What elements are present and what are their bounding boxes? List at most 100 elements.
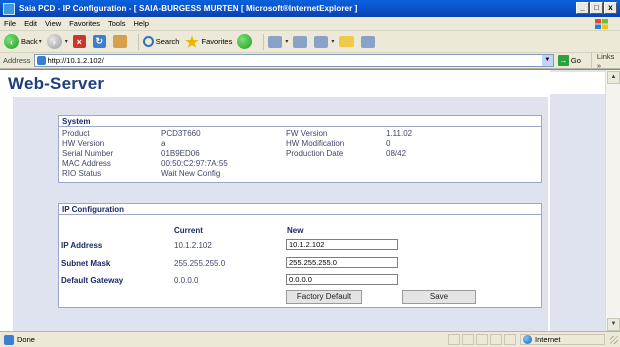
globe-icon xyxy=(523,335,532,344)
address-label: Address xyxy=(3,56,31,65)
ip-address-label: IP Address xyxy=(61,241,103,250)
right-column xyxy=(550,70,605,331)
product-value: PCD3T660 xyxy=(161,129,201,138)
go-arrow-icon: → xyxy=(557,55,569,66)
stop-button[interactable]: × xyxy=(72,35,88,48)
rio-status-label: RIO Status xyxy=(62,169,102,178)
status-bar: Done Internet xyxy=(0,331,620,347)
chevron-down-icon[interactable]: ▼ xyxy=(541,55,553,66)
status-cell xyxy=(476,334,488,345)
new-column-header: New xyxy=(287,226,304,235)
print-button[interactable] xyxy=(293,35,309,48)
content-viewport: Web-Server System Product PCD3T660 HW Ve… xyxy=(0,69,620,331)
page-title: Web-Server xyxy=(8,74,105,93)
rio-status-value: Wait New Config xyxy=(161,169,221,178)
hw-version-value: a xyxy=(161,139,166,148)
menu-file[interactable]: File xyxy=(4,19,16,28)
links-label: Links xyxy=(596,51,615,61)
menu-tools[interactable]: Tools xyxy=(108,19,126,28)
vertical-scrollbar[interactable]: ▲ ▼ xyxy=(605,70,620,331)
search-button[interactable]: Search xyxy=(142,36,180,47)
page-done-icon xyxy=(4,334,14,345)
minimize-button[interactable]: _ xyxy=(576,2,589,14)
edit-button[interactable]: ▾ xyxy=(314,35,335,48)
home-button[interactable] xyxy=(112,35,129,48)
page-icon xyxy=(36,56,46,65)
security-zone: Internet xyxy=(520,334,605,345)
save-button[interactable]: Save xyxy=(402,290,476,304)
media-button[interactable] xyxy=(237,34,254,49)
web-page: Web-Server System Product PCD3T660 HW Ve… xyxy=(0,70,605,331)
address-bar: Address http://10.1.2.102/ ▼ → Go Links … xyxy=(0,51,620,70)
chevron-down-icon: ▾ xyxy=(38,39,42,45)
ip-configuration-heading: IP Configuration xyxy=(59,204,541,215)
menu-edit[interactable]: Edit xyxy=(24,19,37,28)
search-icon xyxy=(142,36,154,47)
back-arrow-icon: ‹ xyxy=(4,34,19,49)
status-cells xyxy=(448,334,516,345)
status-cell xyxy=(448,334,460,345)
chevron-down-icon: ▾ xyxy=(331,39,335,45)
favorites-label: Favorites xyxy=(201,37,233,46)
windows-logo-icon xyxy=(595,19,608,29)
production-date-value: 08/42 xyxy=(386,149,407,158)
close-button[interactable]: x xyxy=(604,2,617,14)
word-icon xyxy=(314,35,329,48)
window-title: Saia PCD - IP Configuration - [ SAIA-BUR… xyxy=(19,4,358,13)
favorites-button[interactable]: ★ Favorites xyxy=(184,33,233,51)
forward-arrow-icon: › xyxy=(46,34,62,49)
factory-default-button[interactable]: Factory Default xyxy=(286,290,362,304)
default-gateway-field[interactable] xyxy=(286,274,398,285)
menu-bar: File Edit View Favorites Tools Help xyxy=(0,17,620,31)
status-cell xyxy=(504,334,516,345)
ie-icon xyxy=(3,2,15,15)
window-controls: _ □ x xyxy=(576,2,617,14)
refresh-button[interactable]: ↻ xyxy=(92,35,108,48)
zone-label: Internet xyxy=(535,335,561,344)
stop-icon: × xyxy=(72,35,86,48)
hw-modification-label: HW Modification xyxy=(286,139,345,148)
address-input[interactable]: http://10.1.2.102/ ▼ xyxy=(33,54,554,67)
maximize-button[interactable]: □ xyxy=(590,2,603,14)
go-label: Go xyxy=(570,56,581,65)
research-button[interactable] xyxy=(361,35,377,48)
search-label: Search xyxy=(155,37,180,46)
back-button[interactable]: ‹ Back ▾ xyxy=(4,34,42,49)
mac-address-label: MAC Address xyxy=(62,159,111,168)
scroll-up-button[interactable]: ▲ xyxy=(607,71,620,84)
mac-address-value: 00:50:C2:97:7A:55 xyxy=(161,159,228,168)
ip-address-current: 10.1.2.102 xyxy=(174,241,212,250)
fw-version-label: FW Version xyxy=(286,129,328,138)
go-button[interactable]: → Go xyxy=(557,55,581,66)
production-date-label: Production Date xyxy=(286,149,344,158)
resize-grip-icon[interactable] xyxy=(610,336,618,344)
menu-help[interactable]: Help xyxy=(134,19,149,28)
research-icon xyxy=(361,35,376,48)
ip-address-field[interactable] xyxy=(286,239,398,250)
toolbar-separator xyxy=(263,33,265,50)
chevron-down-icon: ▾ xyxy=(64,39,68,45)
address-url: http://10.1.2.102/ xyxy=(47,56,104,65)
hw-modification-value: 0 xyxy=(386,139,391,148)
folder-icon xyxy=(339,36,355,47)
subnet-mask-label: Subnet Mask xyxy=(61,259,111,268)
serial-number-value: 01B9ED06 xyxy=(161,149,200,158)
toolbar: ‹ Back ▾ › ▾ × ↻ Search ★ Favorites ▾ ▾ xyxy=(0,31,620,53)
folder-button[interactable] xyxy=(339,36,356,47)
toolbar-separator xyxy=(137,33,139,50)
menu-favorites[interactable]: Favorites xyxy=(69,19,100,28)
links-button[interactable]: Links » xyxy=(590,51,620,70)
star-icon: ★ xyxy=(185,33,199,51)
product-label: Product xyxy=(62,129,90,138)
home-icon xyxy=(112,35,127,48)
subnet-mask-field[interactable] xyxy=(286,257,398,268)
status-text: Done xyxy=(17,335,35,344)
serial-number-label: Serial Number xyxy=(62,149,114,158)
print-icon xyxy=(293,35,308,48)
mail-button[interactable]: ▾ xyxy=(268,35,288,48)
scroll-down-button[interactable]: ▼ xyxy=(607,318,620,331)
menu-view[interactable]: View xyxy=(45,19,61,28)
forward-button[interactable]: › ▾ xyxy=(46,34,68,49)
default-gateway-label: Default Gateway xyxy=(61,276,124,285)
mail-icon xyxy=(268,35,283,48)
